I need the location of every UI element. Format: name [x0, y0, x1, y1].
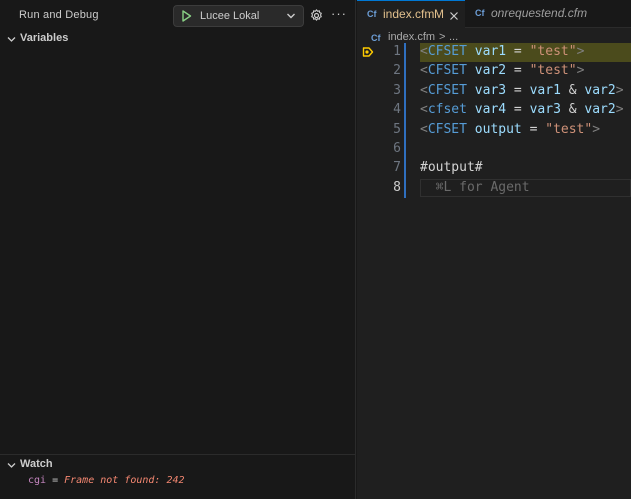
- code-token: <: [420, 121, 428, 137]
- watch-equals: =: [46, 475, 65, 486]
- code-token: >: [592, 121, 601, 137]
- line-number: 5: [393, 121, 401, 137]
- tab-onrequestend-cfm[interactable]: Cf onrequestend.cfm: [465, 0, 631, 28]
- code-token: var1: [529, 82, 561, 98]
- code-text: <cfset var4 = var3 & var2>: [420, 102, 624, 117]
- code-line[interactable]: 8 ⌘L for Agent: [357, 178, 631, 198]
- code-token: &: [560, 82, 585, 98]
- tab-label: index.cfm: [383, 7, 435, 21]
- close-icon[interactable]: [449, 9, 459, 24]
- code-token: var2: [584, 82, 616, 98]
- code-line[interactable]: 4 <cfset var4 = var3 & var2>: [357, 101, 631, 120]
- code-token: var4: [474, 102, 507, 118]
- code-token: =: [506, 102, 530, 118]
- code-token: &: [560, 102, 585, 118]
- code-token: =: [506, 63, 530, 79]
- code-text: <CFSET var2 = "test">: [420, 63, 584, 78]
- gear-icon[interactable]: [310, 9, 323, 25]
- line-number: 4: [393, 102, 401, 118]
- modified-indicator: M: [434, 7, 444, 21]
- launch-config-dropdown[interactable]: Lucee Lokal: [173, 5, 304, 27]
- watch-value: Frame not found: 242: [64, 475, 185, 486]
- panel-title: Run and Debug: [19, 9, 99, 21]
- code-token: cfset: [427, 102, 467, 118]
- code-token: var3: [529, 102, 561, 118]
- breadcrumb-file[interactable]: index.cfm: [388, 31, 435, 43]
- code-line[interactable]: 6: [357, 140, 631, 159]
- start-debugging-icon[interactable]: [181, 10, 192, 25]
- code-token: output: [474, 121, 522, 137]
- watch-label: Watch: [20, 458, 53, 470]
- variables-label: Variables: [20, 32, 69, 44]
- tab-index-cfm[interactable]: Cf index.cfm M: [357, 0, 465, 28]
- watch-expression[interactable]: cgi = Frame not found: 242: [28, 475, 185, 486]
- tab-label: onrequestend.cfm: [491, 6, 588, 20]
- code-token: CFSET: [427, 121, 467, 137]
- code-token: >: [615, 82, 624, 98]
- debug-stackframe-arrow-icon: [362, 46, 374, 61]
- code-token: var3: [474, 82, 507, 98]
- code-token: <: [420, 63, 428, 79]
- code-text: <CFSET output = "test">: [420, 122, 600, 137]
- line-number: 3: [393, 82, 401, 98]
- code-token: "test": [529, 63, 577, 79]
- code-line[interactable]: 2 <CFSET var2 = "test">: [357, 62, 631, 81]
- code-token: #output#: [420, 160, 483, 176]
- code-token: var2: [474, 63, 507, 79]
- code-text: #output#: [420, 160, 483, 175]
- code-token: =: [506, 44, 530, 59]
- code-line[interactable]: 5 <CFSET output = "test">: [357, 121, 631, 140]
- code-line[interactable]: 3 <CFSET var3 = var1 & var2>: [357, 82, 631, 101]
- code-editor[interactable]: 1 <CFSET var1 = "test"> 2 <CFSET var2 = "te…: [357, 43, 631, 499]
- code-token: <: [420, 102, 428, 118]
- variables-section-header[interactable]: Variables: [0, 28, 356, 50]
- code-token: "test": [545, 121, 593, 137]
- code-token: <: [420, 44, 428, 59]
- code-token: CFSET: [427, 44, 467, 59]
- code-token: =: [521, 121, 546, 137]
- code-token: >: [576, 44, 585, 59]
- code-token: CFSET: [427, 82, 467, 98]
- tab-bar: Cf index.cfm M Cf onrequestend.cfm: [357, 0, 631, 28]
- line-number: 8: [393, 179, 401, 195]
- code-line[interactable]: 1 <CFSET var1 = "test">: [357, 43, 631, 62]
- code-text: ⌘L for Agent: [420, 180, 530, 195]
- editor-group: Cf index.cfm M Cf onrequestend.cfm Cf in…: [357, 0, 631, 499]
- chevron-down-icon: [285, 10, 297, 25]
- code-token: >: [576, 63, 585, 79]
- code-token: <: [420, 82, 428, 98]
- code-token: =: [506, 82, 530, 98]
- watch-section-header[interactable]: Watch: [0, 454, 356, 476]
- more-actions-icon[interactable]: ···: [331, 6, 347, 21]
- code-text: <CFSET var3 = var1 & var2>: [420, 83, 624, 98]
- launch-config-label: Lucee Lokal: [200, 10, 260, 22]
- code-token: var2: [584, 102, 616, 118]
- watch-name: cgi: [28, 475, 47, 486]
- line-number: 2: [393, 63, 401, 79]
- coldfusion-file-icon: Cf: [371, 33, 381, 43]
- code-token: >: [615, 102, 624, 118]
- line-number: 1: [393, 44, 401, 59]
- code-text: <CFSET var1 = "test">: [420, 44, 584, 59]
- code-token: CFSET: [427, 63, 467, 79]
- code-token: var1: [474, 44, 507, 59]
- code-token: "test": [529, 44, 577, 59]
- breadcrumb-separator: >: [439, 31, 446, 43]
- chevron-down-icon: [6, 33, 17, 48]
- breadcrumb-symbols[interactable]: ...: [449, 31, 458, 43]
- coldfusion-file-icon: Cf: [367, 9, 377, 19]
- line-number: 6: [393, 141, 401, 156]
- code-line[interactable]: 7 #output#: [357, 159, 631, 178]
- coldfusion-file-icon: Cf: [475, 8, 485, 18]
- run-and-debug-panel: Run and Debug Lucee Lokal ··· Variables: [0, 0, 356, 499]
- chevron-down-icon: [6, 459, 17, 474]
- line-number: 7: [393, 160, 401, 176]
- inline-hint: ⌘L for Agent: [420, 179, 530, 195]
